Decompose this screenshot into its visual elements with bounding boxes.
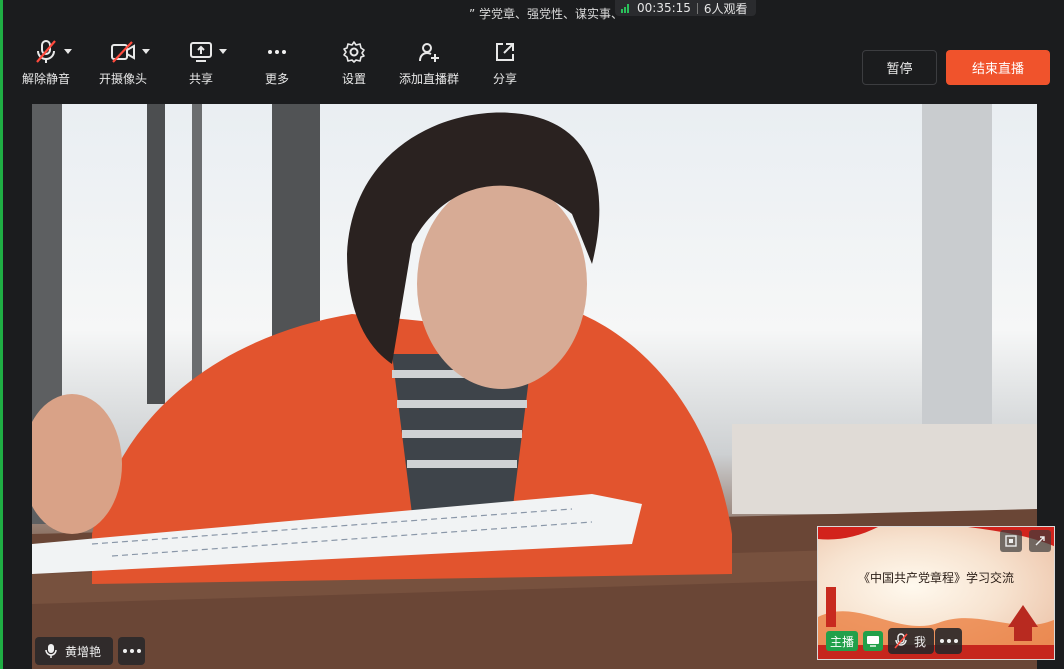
camera-off-icon [111,41,135,63]
presenter-name: 黄增艳 [65,644,102,659]
more-icon [122,649,141,653]
pause-button[interactable]: 暂停 [862,50,937,85]
more-label: 更多 [265,72,290,86]
add-group-label: 添加直播群 [399,72,460,86]
presenter-more-button[interactable] [118,637,145,665]
presenter-name-tag[interactable]: 黄增艳 [35,637,114,665]
unmute-label: 解除静音 [22,72,71,86]
viewer-count[interactable]: 6人观看 [704,0,748,17]
divider [696,2,698,14]
sharing-indicator [863,631,883,651]
live-timer: 00:35:15 [637,1,691,15]
share-screen-button[interactable]: 共享 [189,38,227,87]
camera-label: 开摄像头 [99,72,148,86]
add-group-button[interactable]: 添加直播群 [399,38,459,87]
mic-muted-icon [36,40,56,63]
add-user-icon [419,43,439,62]
expand-pip-button[interactable] [1000,530,1022,552]
chevron-down-icon[interactable] [142,49,150,54]
gear-icon [343,41,365,63]
toolbar: 解除静音 开摄像头 共享 更多 设置 添加直播群 分享 暂停 结束直播 [3,28,1064,104]
mic-icon [45,644,57,658]
more-icon [939,639,958,643]
pip-more-button[interactable] [935,628,962,654]
more-icon [268,50,286,54]
collapse-pip-button[interactable] [1029,530,1051,552]
pip-screen-share[interactable]: 《中国共产党章程》学习交流 主播 我 [817,526,1055,660]
settings-button[interactable]: 设置 [342,38,366,87]
collapse-icon [1035,536,1045,546]
screen-share-icon [190,42,212,62]
chevron-down-icon[interactable] [64,49,72,54]
external-share-icon [496,43,514,61]
self-label: 我 [914,634,927,649]
settings-label: 设置 [342,72,367,86]
self-tag[interactable]: 我 [888,628,935,654]
camera-button[interactable]: 开摄像头 [99,38,150,87]
live-title: ” 学党章、强党性、谋实事、 [469,7,624,21]
unmute-button[interactable]: 解除静音 [22,38,72,87]
title-bar: ” 学党章、强党性、谋实事、 00:35:15 6人观看 [3,0,1064,28]
end-live-button[interactable]: 结束直播 [946,50,1050,85]
share-label: 共享 [189,72,214,86]
expand-icon [1005,535,1017,547]
chevron-down-icon[interactable] [219,49,227,54]
screen-share-icon [867,636,879,647]
more-button[interactable]: 更多 [265,38,289,87]
signal-icon [621,3,629,13]
live-status-pill: 00:35:15 6人观看 [615,0,756,16]
forward-share-label: 分享 [493,72,518,86]
slide-title: 《中国共产党章程》学习交流 [857,571,1014,585]
mic-muted-icon [894,633,908,649]
host-badge: 主播 [826,631,859,651]
forward-share-button[interactable]: 分享 [493,38,517,87]
